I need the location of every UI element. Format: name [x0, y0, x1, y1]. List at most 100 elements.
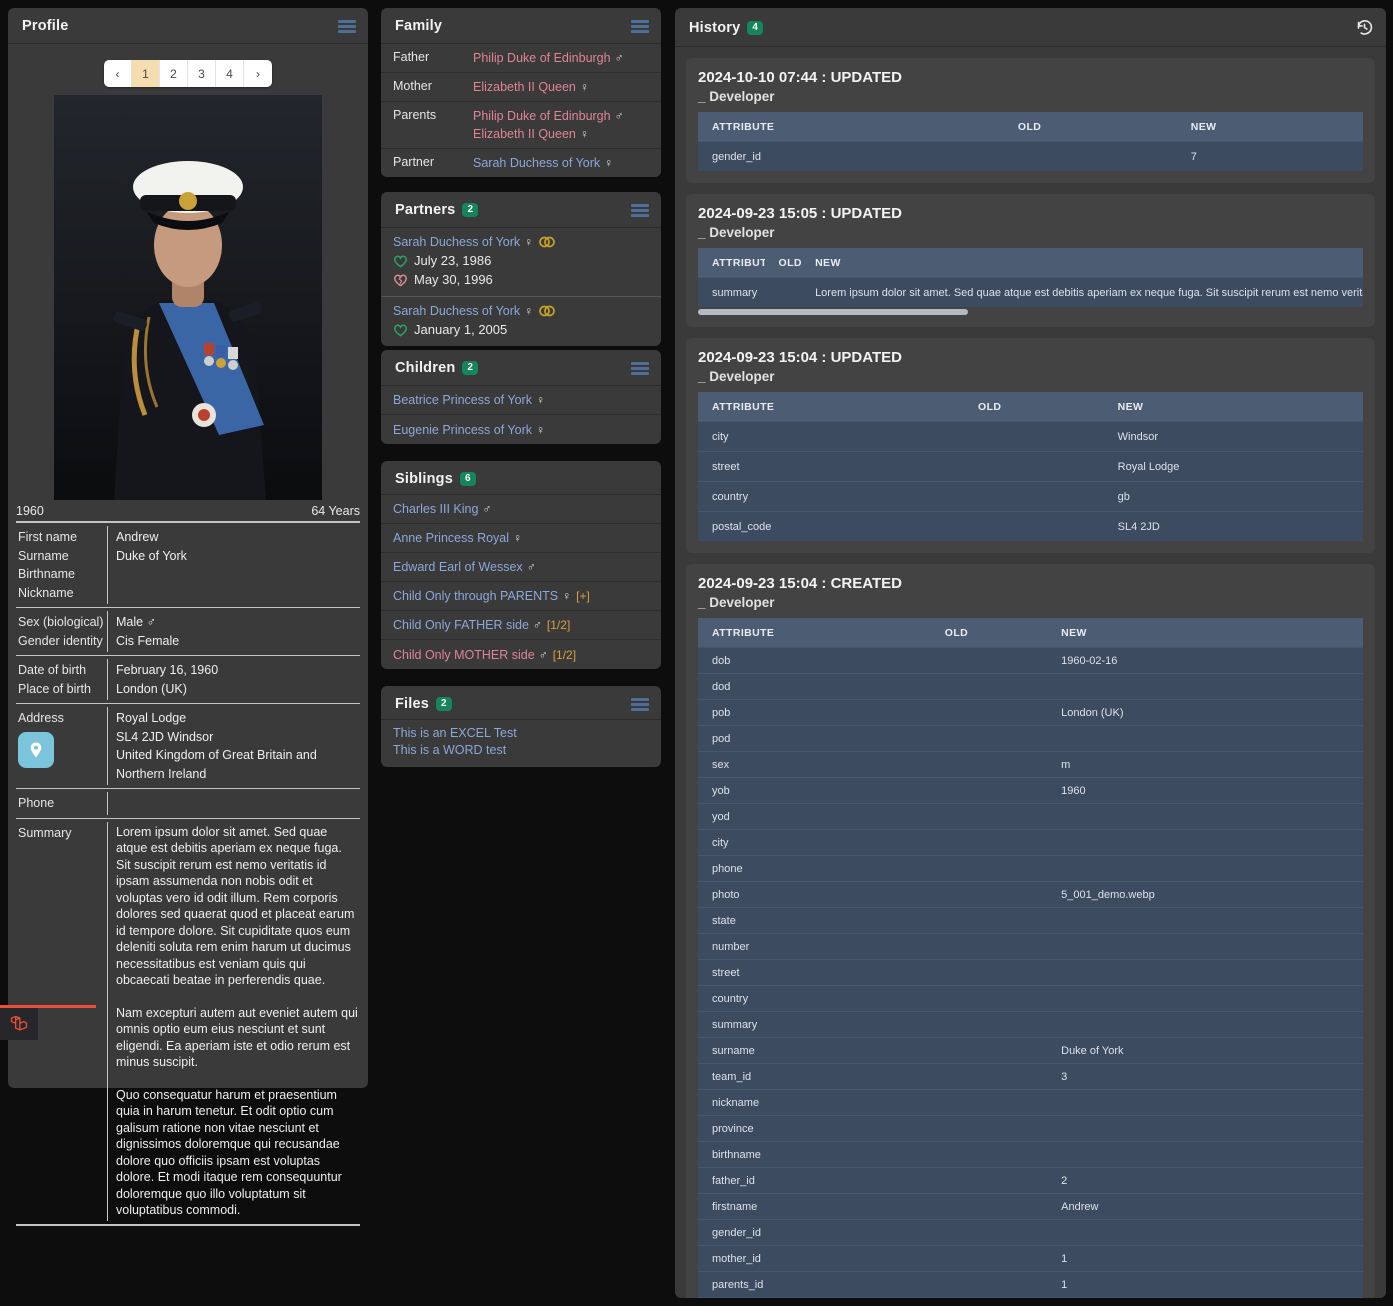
person-link[interactable]: Philip Duke of Edinburgh	[473, 51, 611, 65]
history-entry-author: _ Developer	[698, 225, 1363, 240]
files-menu-icon[interactable]	[631, 698, 649, 711]
profile-details-table: First nameSurnameBirthnameNicknameAndrew…	[16, 521, 360, 1226]
history-table-row: photo5_001_demo.webp	[698, 881, 1363, 907]
attribute-cell: team_id	[698, 1071, 931, 1083]
partner-event-date: July 23, 1986	[414, 253, 491, 268]
person-link[interactable]: Elizabeth II Queen	[473, 80, 576, 94]
new-value-cell: gb	[1104, 491, 1363, 503]
field-value	[116, 584, 358, 603]
person-link[interactable]: Anne Princess Royal	[393, 531, 509, 545]
history-column-header: NEW	[1104, 401, 1363, 413]
history-table-row: country	[698, 985, 1363, 1011]
file-link[interactable]: This is an EXCEL Test	[393, 726, 517, 740]
history-column-header: OLD	[765, 257, 802, 269]
person: Sarah Duchess of York♀	[393, 304, 533, 318]
partner-event-date: January 1, 2005	[414, 322, 507, 337]
person-link[interactable]: Philip Duke of Edinburgh	[473, 109, 611, 123]
attribute-cell: sex	[698, 759, 931, 771]
laravel-debugbar-icon[interactable]	[0, 1008, 38, 1040]
gender-icon: ♀	[513, 531, 522, 545]
profile-field-group: Phone	[16, 789, 360, 819]
history-column-header: NEW	[1047, 627, 1363, 639]
person-link[interactable]: Child Only through PARENTS	[393, 589, 558, 603]
person-link[interactable]: Sarah Duchess of York	[393, 235, 520, 249]
field-value: SL4 2JD Windsor	[116, 728, 358, 747]
family-menu-icon[interactable]	[631, 20, 649, 33]
new-value-cell: Andrew	[1047, 1201, 1363, 1213]
history-entry: 2024-09-23 15:05 : UPDATED_ DeveloperATT…	[686, 194, 1375, 327]
profile-menu-icon[interactable]	[338, 20, 356, 33]
history-table-row: pobLondon (UK)	[698, 699, 1363, 725]
map-pin-button[interactable]	[18, 732, 54, 768]
children-menu-icon[interactable]	[631, 362, 649, 375]
family-relation-label: Mother	[393, 78, 473, 96]
file-row: This is a WORD test	[393, 742, 649, 759]
new-value-cell: m	[1047, 759, 1363, 771]
field-value: Cis Female	[116, 632, 358, 651]
history-clock-icon[interactable]	[1355, 18, 1374, 37]
history-table-row: mother_id1	[698, 1245, 1363, 1271]
pagination-page-1[interactable]: 1	[132, 60, 160, 87]
person-link[interactable]: Eugenie Princess of York	[393, 423, 532, 437]
new-value-cell: 1	[1047, 1279, 1363, 1291]
summary-paragraph: Lorem ipsum dolor sit amet. Sed quae atq…	[116, 824, 358, 989]
summary-paragraph: Nam excepturi autem aut eveniet autem qu…	[116, 1005, 358, 1071]
person: Philip Duke of Edinburgh ♂	[473, 51, 624, 65]
attribute-cell: photo	[698, 889, 931, 901]
person-link[interactable]: Sarah Duchess of York	[473, 156, 600, 170]
gender-icon: ♂	[539, 648, 548, 662]
history-change-table: ATTRIBUTEOLDNEWdob1960-02-16dodpobLondon…	[698, 618, 1363, 1298]
history-table-row: countrygb	[698, 481, 1363, 511]
history-entry: 2024-09-23 15:04 : CREATED_ DeveloperATT…	[686, 564, 1375, 1298]
relation-tag: [+]	[576, 589, 590, 603]
person: Sarah Duchess of York ♀	[393, 235, 533, 249]
field-value: Male ♂	[116, 613, 358, 632]
pagination-next-button[interactable]: ›	[244, 60, 272, 87]
person: Charles III King♂	[393, 502, 491, 516]
field-value: Royal Lodge	[116, 709, 358, 728]
partner-entry: Sarah Duchess of York♀ January 1, 2005	[381, 297, 661, 346]
person-link[interactable]: Beatrice Princess of York	[393, 393, 532, 407]
horizontal-scrollbar-thumb[interactable]	[698, 309, 968, 315]
gender-icon: ♀	[524, 235, 533, 249]
pagination-prev-button[interactable]: ‹	[104, 60, 132, 87]
person-link[interactable]: Child Only MOTHER side	[393, 648, 535, 662]
history-table-header: ATTRIBUTEOLDNEW	[698, 248, 1363, 277]
history-table-row: summaryLorem ipsum dolor sit amet. Sed q…	[698, 277, 1363, 307]
history-table-row: birthname	[698, 1141, 1363, 1167]
family-row: FatherPhilip Duke of Edinburgh♂	[381, 44, 661, 73]
partner-event: May 30, 1996	[393, 272, 649, 287]
new-value-cell: London (UK)	[1047, 707, 1363, 719]
person: Eugenie Princess of York♀	[393, 423, 545, 437]
field-label: Sex (biological)	[18, 613, 103, 632]
person: Anne Princess Royal ♀	[393, 531, 522, 545]
gender-icon: ♀	[580, 127, 589, 141]
gender-icon: ♀	[536, 393, 545, 407]
partners-menu-icon[interactable]	[631, 204, 649, 217]
children-count-badge: 2	[462, 361, 478, 375]
history-change-table: ATTRIBUTEOLDNEWcityWindsorstreetRoyal Lo…	[698, 392, 1363, 541]
person-link[interactable]: Charles III King	[393, 502, 478, 516]
pagination-page-2[interactable]: 2	[160, 60, 188, 87]
history-table-header: ATTRIBUTEOLDNEW	[698, 112, 1363, 141]
field-label: Date of birth	[18, 661, 103, 680]
person-link[interactable]: Child Only FATHER side	[393, 618, 529, 632]
person-link[interactable]: Sarah Duchess of York	[393, 304, 520, 318]
gender-icon: ♂	[615, 51, 624, 65]
person: Elizabeth II Queen ♀	[473, 127, 589, 141]
pagination-page-4[interactable]: 4	[216, 60, 244, 87]
profile-field-group: AddressRoyal LodgeSL4 2JD WindsorUnited …	[16, 704, 360, 789]
file-link[interactable]: This is a WORD test	[393, 743, 506, 757]
attribute-cell: father_id	[698, 1175, 931, 1187]
partner-event: July 23, 1986	[393, 253, 649, 268]
history-table-row: cityWindsor	[698, 421, 1363, 451]
person-link[interactable]: Edward Earl of Wessex	[393, 560, 523, 574]
attribute-cell: province	[698, 1123, 931, 1135]
pagination-page-3[interactable]: 3	[188, 60, 216, 87]
person-link[interactable]: Elizabeth II Queen	[473, 127, 576, 141]
family-relation-label: Partner	[393, 154, 473, 172]
profile-photo[interactable]	[54, 95, 322, 500]
partner-event-date: May 30, 1996	[414, 272, 493, 287]
attribute-cell: mother_id	[698, 1253, 931, 1265]
new-value-cell: 2	[1047, 1175, 1363, 1187]
